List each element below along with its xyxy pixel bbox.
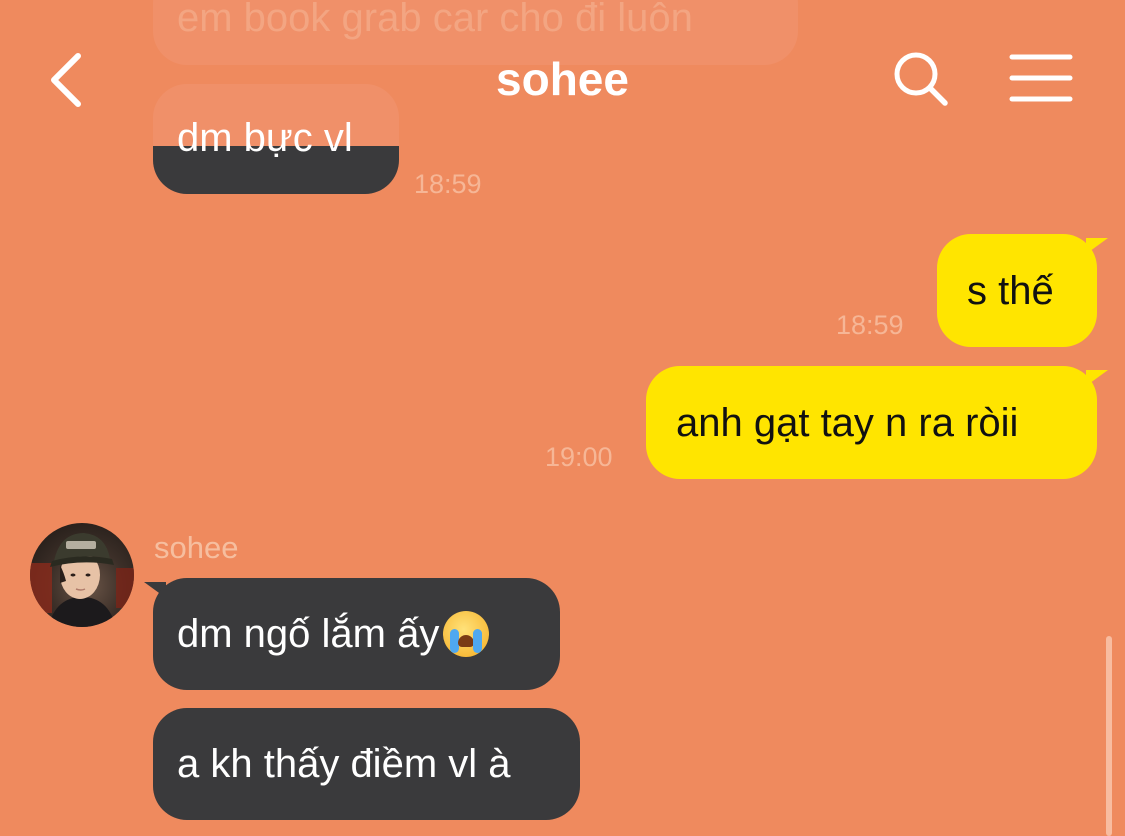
message-bubble-incoming[interactable]: a kh thấy điềm vl à xyxy=(153,708,580,820)
avatar-photo xyxy=(30,533,134,627)
message-text: dm ngố lắm ấy xyxy=(177,612,440,656)
sender-name: sohee xyxy=(154,530,239,565)
message-text: a kh thấy điềm vl à xyxy=(177,742,511,786)
bubble-tail xyxy=(1086,370,1108,386)
message-bubble-incoming[interactable]: dm ngố lắm ấy xyxy=(153,578,560,690)
scrollbar[interactable] xyxy=(1106,636,1112,836)
avatar[interactable] xyxy=(30,523,134,627)
message-text: s thế xyxy=(967,268,1054,313)
bubble-tail xyxy=(1086,238,1108,254)
chat-title: sohee xyxy=(496,53,629,105)
loudly-crying-face-emoji-icon xyxy=(443,611,490,657)
search-icon[interactable] xyxy=(890,48,952,110)
message-bubble-outgoing[interactable]: anh gạt tay n ra ròii xyxy=(646,366,1097,479)
message-timestamp: 18:59 xyxy=(414,169,482,199)
message-timestamp: 18:59 xyxy=(836,310,904,340)
message-timestamp: 19:00 xyxy=(545,442,613,472)
message-text: anh gạt tay n ra ròii xyxy=(676,400,1019,445)
message-bubble-outgoing[interactable]: s thế xyxy=(937,234,1097,347)
chat-header: sohee xyxy=(0,0,1125,150)
menu-icon[interactable] xyxy=(1008,52,1074,104)
